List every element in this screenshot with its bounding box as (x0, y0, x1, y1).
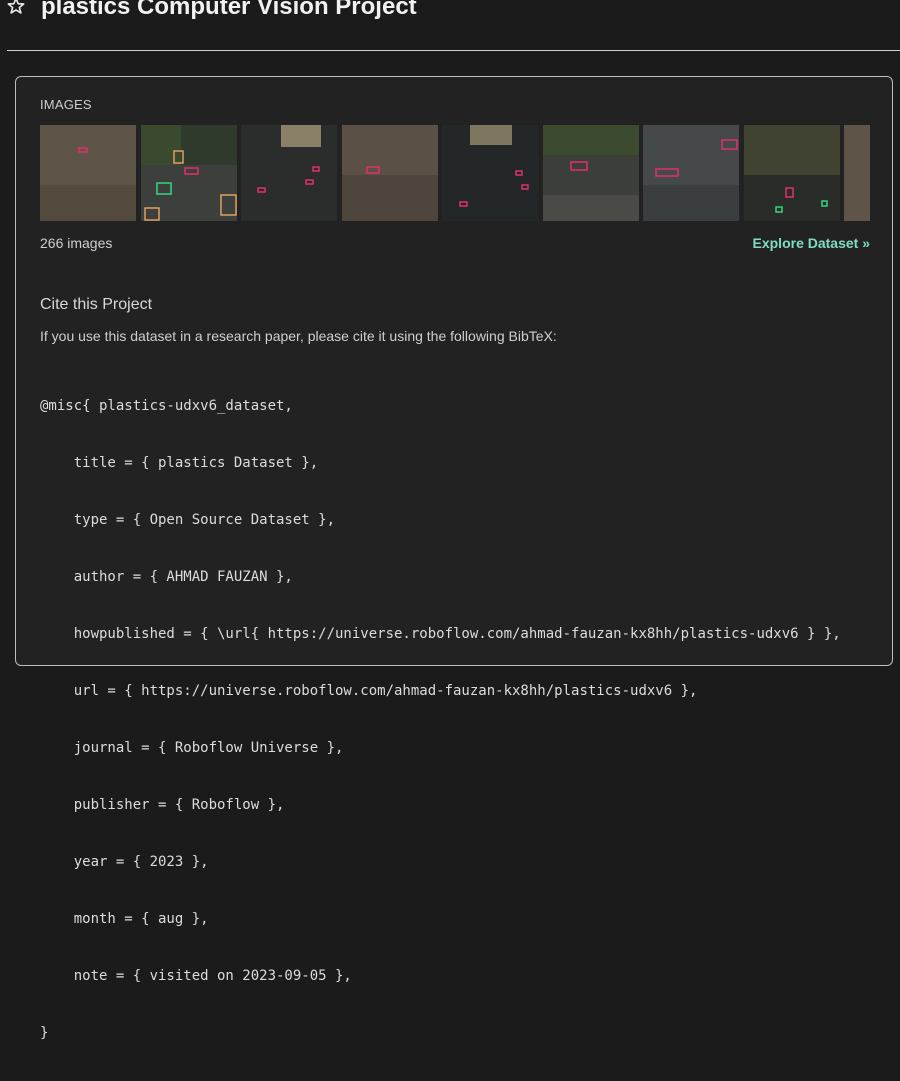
image-thumbnail[interactable] (442, 125, 538, 221)
explore-dataset-link[interactable]: Explore Dataset » (753, 235, 871, 251)
image-thumbnail[interactable] (844, 125, 870, 221)
page-title: plastics Computer Vision Project (41, 0, 417, 20)
bibtex-line: month = { aug }, (40, 911, 209, 927)
images-section-label: IMAGES (40, 97, 92, 112)
image-thumbnail[interactable] (241, 125, 337, 221)
header-divider (7, 50, 900, 51)
bibtex-line: note = { visited on 2023-09-05 }, (40, 968, 352, 984)
bibtex-line: journal = { Roboflow Universe }, (40, 740, 344, 756)
cite-heading: Cite this Project (40, 296, 153, 313)
image-count: 266 images (40, 235, 113, 251)
bibtex-line: } (40, 1025, 49, 1041)
bibtex-line: year = { 2023 }, (40, 854, 209, 870)
cite-description: If you use this dataset in a research pa… (40, 328, 557, 344)
bibtex-block[interactable]: @misc{ plastics-udxv6_dataset, title = {… (40, 359, 872, 1081)
image-thumbnail[interactable] (141, 125, 237, 221)
bibtex-line: author = { AHMAD FAUZAN }, (40, 569, 293, 585)
bibtex-line: type = { Open Source Dataset }, (40, 512, 336, 528)
bibtex-line: title = { plastics Dataset }, (40, 455, 319, 471)
bibtex-line: @misc{ plastics-udxv6_dataset, (40, 398, 293, 414)
image-strip (40, 125, 870, 221)
project-card: IMAGES 266 images Explore Dataset » Cite… (15, 76, 893, 1041)
image-thumbnail[interactable] (744, 125, 840, 221)
bibtex-line: url = { https://universe.roboflow.com/ah… (40, 683, 698, 699)
image-thumbnail[interactable] (342, 125, 438, 221)
image-thumbnail[interactable] (643, 125, 739, 221)
image-thumbnail[interactable] (543, 125, 639, 221)
bibtex-line: publisher = { Roboflow }, (40, 797, 285, 813)
bibtex-line: howpublished = { \url{ https://universe.… (40, 626, 841, 642)
image-thumbnail[interactable] (40, 125, 136, 221)
header-bar: plastics Computer Vision Project (0, 0, 900, 52)
star-icon[interactable] (6, 0, 26, 18)
